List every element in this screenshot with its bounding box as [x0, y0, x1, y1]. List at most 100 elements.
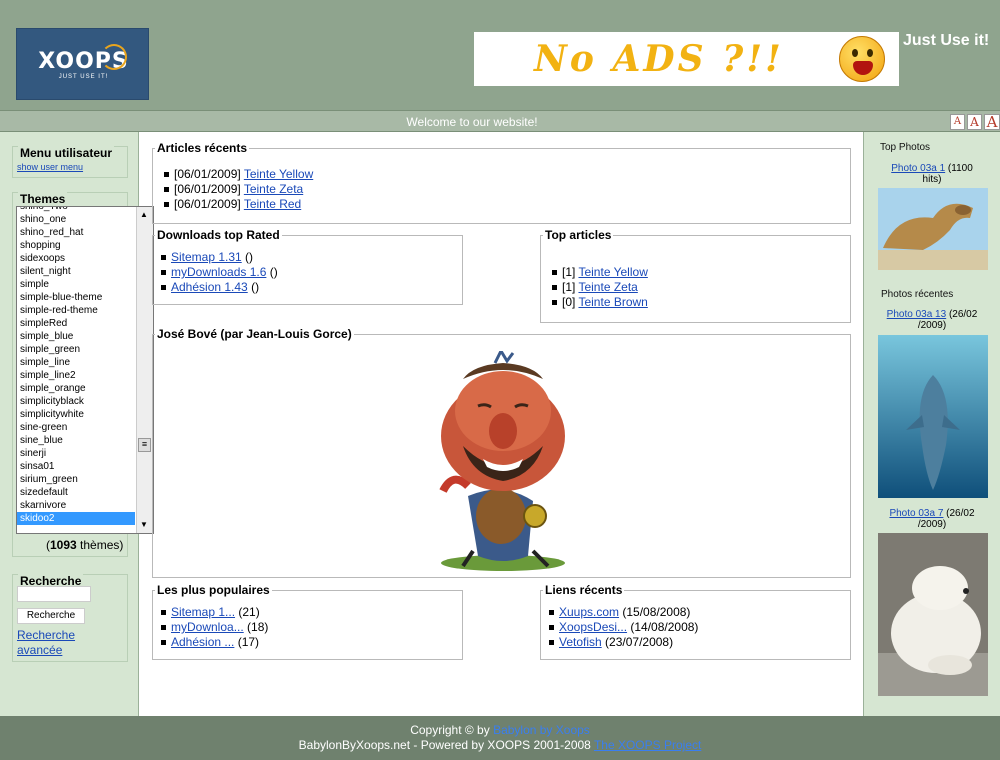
polar-bear-photo[interactable]	[878, 533, 988, 696]
site-logo[interactable]: XOOPS JUST USE IT!	[16, 28, 149, 100]
theme-option[interactable]: shino_Two	[17, 207, 135, 213]
theme-option[interactable]: sizedefault	[17, 486, 135, 499]
theme-option[interactable]: simple_orange	[17, 382, 135, 395]
logo-text: XOOPS	[38, 49, 129, 74]
show-user-menu-link[interactable]: show user menu	[17, 162, 83, 172]
list-item: [06/01/2009] Teinte Zeta	[164, 182, 850, 197]
list-item: XoopsDesi... (14/08/2008)	[549, 620, 850, 635]
font-size-large-button[interactable]: A	[984, 114, 1000, 130]
recent-link[interactable]: Vetofish	[559, 635, 602, 649]
dolphin-photo[interactable]	[878, 335, 988, 498]
powered-text: BabylonByXoops.net - Powered by XOOPS 20…	[298, 738, 594, 752]
copyright-link[interactable]: Babylon by Xoops	[493, 723, 590, 737]
article-link[interactable]: Teinte Yellow	[578, 265, 647, 279]
download-link[interactable]: Adhésion 1.43	[171, 280, 248, 294]
list-item: myDownloa... (18)	[161, 620, 462, 635]
theme-option[interactable]: sinerji	[17, 447, 135, 460]
search-button[interactable]: Recherche	[17, 608, 85, 624]
theme-option[interactable]: simple_green	[17, 343, 135, 356]
theme-option[interactable]: simple	[17, 278, 135, 291]
theme-option[interactable]: simple_line2	[17, 369, 135, 382]
recent-articles-title: Articles récents	[157, 141, 248, 155]
photo-date-suffix: /2009)	[917, 519, 947, 530]
recent-photo-link[interactable]: Photo 03a 13	[887, 309, 947, 320]
photo-date: (26/02	[946, 309, 978, 320]
font-size-medium-button[interactable]: A	[967, 114, 982, 130]
themes-count: (1093 thèmes)	[46, 538, 124, 552]
photo-hits-suffix: hits)	[922, 174, 942, 185]
themes-count-suffix: thèmes	[76, 538, 120, 552]
font-size-small-button[interactable]: A	[950, 114, 965, 130]
top-articles-title: Top articles	[545, 228, 612, 242]
photo-hits: (1100	[945, 163, 973, 174]
theme-option[interactable]: sinsa01	[17, 460, 135, 473]
recent-links-title: Liens récents	[545, 583, 623, 597]
downloads-block: Downloads top Rated Sitemap 1.31 () myDo…	[152, 228, 463, 305]
site-slogan: Just Use it!	[903, 32, 990, 49]
download-rating: ()	[241, 250, 254, 264]
download-link[interactable]: myDownloads 1.6	[171, 265, 266, 279]
list-item: Adhésion 1.43 ()	[161, 280, 462, 295]
popular-link[interactable]: Sitemap 1...	[171, 605, 235, 619]
theme-option[interactable]: simple_blue	[17, 330, 135, 343]
popular-count: (17)	[234, 635, 260, 649]
article-link[interactable]: Teinte Zeta	[244, 182, 303, 196]
theme-option[interactable]: skidoo2	[17, 512, 135, 525]
theme-option[interactable]: sidexoops	[17, 252, 135, 265]
scroll-thumb[interactable]: ≡	[138, 438, 151, 452]
theme-option[interactable]: simple-red-theme	[17, 304, 135, 317]
advanced-search-link-1[interactable]: Recherche	[17, 628, 75, 642]
top-articles-list: [1] Teinte Yellow [1] Teinte Zeta [0] Te…	[552, 265, 850, 310]
article-link[interactable]: Teinte Brown	[578, 295, 647, 309]
theme-option[interactable]: simple_line	[17, 356, 135, 369]
theme-option[interactable]: skarnivore	[17, 499, 135, 512]
list-item: [1] Teinte Zeta	[552, 280, 850, 295]
advanced-search-link-2[interactable]: avancée	[17, 643, 62, 657]
theme-select-list[interactable]: shino_Two shino_one shino_red_hat shopping s…	[16, 206, 154, 534]
theme-option[interactable]: sirium_green	[17, 473, 135, 486]
theme-option[interactable]: simplicitywhite	[17, 408, 135, 421]
list-item: Xuups.com (15/08/2008)	[549, 605, 850, 620]
article-link[interactable]: Teinte Red	[244, 197, 301, 211]
popular-link[interactable]: myDownloa...	[171, 620, 244, 634]
top-photo-link[interactable]: Photo 03a 1	[891, 163, 945, 174]
recent-link-date: (14/08/2008)	[627, 620, 699, 634]
article-count: [0]	[562, 295, 579, 309]
theme-option[interactable]: sine-green	[17, 421, 135, 434]
theme-option[interactable]: simplicityblack	[17, 395, 135, 408]
popular-count: (21)	[235, 605, 260, 619]
camel-photo[interactable]	[878, 188, 988, 270]
popular-link[interactable]: Adhésion ...	[171, 635, 234, 649]
theme-list-scrollbar[interactable]: ▲ ≡ ▼	[136, 207, 153, 533]
list-item: Adhésion ... (17)	[161, 635, 462, 650]
article-date: [06/01/2009]	[174, 197, 244, 211]
caricature-block: José Bové (par Jean-Louis Gorce)	[152, 327, 851, 578]
download-link[interactable]: Sitemap 1.31	[171, 250, 242, 264]
list-item: myDownloads 1.6 ()	[161, 265, 462, 280]
recent-link[interactable]: XoopsDesi...	[559, 620, 627, 634]
user-menu-block: Menu utilisateur show user menu	[12, 146, 128, 178]
theme-option[interactable]: sine_blue	[17, 434, 135, 447]
top-articles-block: Top articles [1] Teinte Yellow [1] Teint…	[540, 228, 851, 323]
scroll-down-icon[interactable]: ▼	[140, 520, 148, 529]
xoops-project-link[interactable]: The XOOPS Project	[594, 738, 701, 752]
recent-photo-caption: Photo 03a 13 (26/02/2009)	[874, 309, 990, 331]
recent-links-block: Liens récents Xuups.com (15/08/2008) Xoo…	[540, 583, 851, 660]
article-link[interactable]: Teinte Yellow	[244, 167, 313, 181]
recent-link[interactable]: Xuups.com	[559, 605, 619, 619]
theme-option[interactable]: shino_red_hat	[17, 226, 135, 239]
site-footer: Copyright © by Babylon by Xoops BabylonB…	[0, 716, 1000, 760]
recent-photo-link[interactable]: Photo 03a 7	[889, 508, 943, 519]
article-link[interactable]: Teinte Zeta	[578, 280, 637, 294]
scroll-up-icon[interactable]: ▲	[140, 210, 148, 219]
theme-option[interactable]: shino_one	[17, 213, 135, 226]
copyright-text: Copyright © by	[410, 723, 494, 737]
downloads-list: Sitemap 1.31 () myDownloads 1.6 () Adhés…	[161, 250, 462, 295]
search-input[interactable]	[17, 586, 91, 602]
recent-link-date: (15/08/2008)	[619, 605, 691, 619]
theme-option[interactable]: simple-blue-theme	[17, 291, 135, 304]
theme-option[interactable]: simpleRed	[17, 317, 135, 330]
theme-option[interactable]: silent_night	[17, 265, 135, 278]
ad-banner[interactable]: No ADS ?!!	[474, 32, 899, 86]
theme-option[interactable]: shopping	[17, 239, 135, 252]
